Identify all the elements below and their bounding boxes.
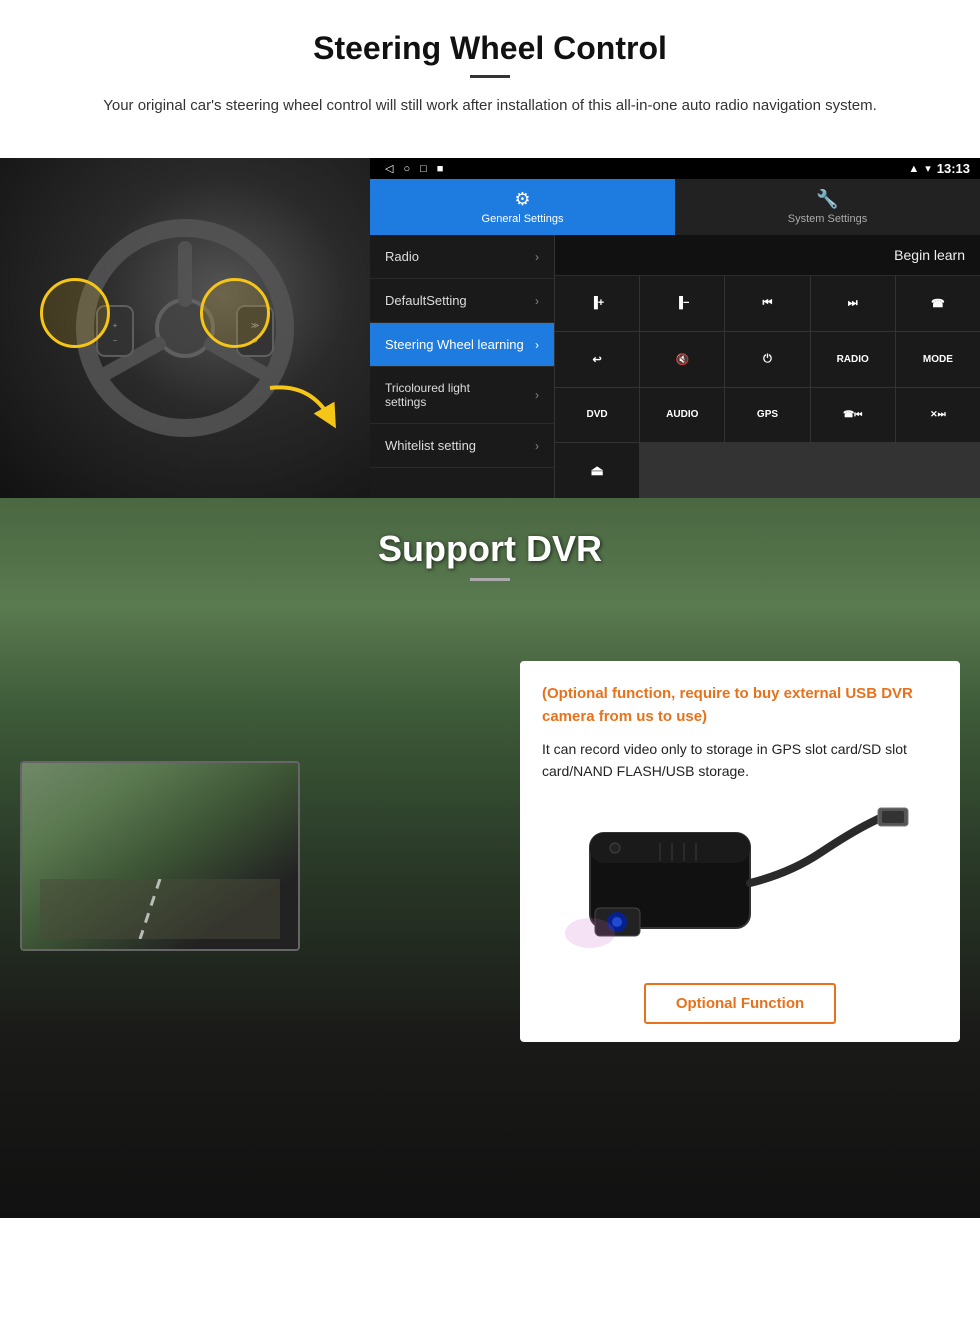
menu-radio-label: Radio bbox=[385, 249, 419, 264]
android-content: Radio › DefaultSetting › Steering Wheel … bbox=[370, 235, 980, 498]
chevron-right-icon: › bbox=[535, 250, 539, 264]
dvr-thumb-inner bbox=[22, 763, 298, 949]
svg-text:+: + bbox=[113, 321, 118, 330]
chevron-right-icon: › bbox=[535, 338, 539, 352]
begin-learn-area: Begin learn bbox=[555, 235, 980, 276]
highlight-right-icon bbox=[200, 278, 270, 348]
dvr-camera-icon bbox=[560, 793, 920, 973]
menu-item-radio[interactable]: Radio › bbox=[370, 235, 554, 279]
android-right-panel: Begin learn ▐+ ▐− ⏮ ⏭ ☎ ↩ 🔇 ⏻ R bbox=[555, 235, 980, 498]
wifi-icon: ▾ bbox=[925, 162, 931, 175]
dvr-left-panel bbox=[20, 661, 500, 1057]
ctrl-next-track[interactable]: ⏭ bbox=[811, 276, 895, 331]
optional-function-area: Optional Function bbox=[542, 983, 938, 1024]
dvr-divider bbox=[470, 578, 510, 581]
status-time: 13:13 bbox=[937, 161, 970, 176]
ctrl-mute[interactable]: 🔇 bbox=[640, 332, 724, 387]
dvr-optional-heading: (Optional function, require to buy exter… bbox=[542, 683, 938, 728]
system-icon: 🔧 bbox=[816, 189, 838, 210]
ctrl-hangup[interactable]: ↩ bbox=[555, 332, 639, 387]
dvr-body-text: It can record video only to storage in G… bbox=[542, 738, 938, 783]
highlight-left-icon bbox=[40, 278, 110, 348]
steering-photo: + − ≫ ↺ bbox=[0, 158, 370, 498]
dvr-header: Support DVR bbox=[0, 498, 980, 621]
chevron-right-icon: › bbox=[535, 294, 539, 308]
arrow-icon bbox=[260, 378, 340, 438]
ctrl-phone[interactable]: ☎ bbox=[896, 276, 980, 331]
signal-icon: ▲ bbox=[908, 163, 919, 175]
home-icon[interactable]: ○ bbox=[403, 163, 410, 175]
back-icon[interactable]: ◁ bbox=[385, 162, 393, 175]
begin-learn-button[interactable]: Begin learn bbox=[894, 247, 965, 263]
ctrl-gps[interactable]: GPS bbox=[725, 388, 809, 443]
svg-text:−: − bbox=[113, 336, 118, 345]
steering-section: Steering Wheel Control Your original car… bbox=[0, 0, 980, 498]
ctrl-power[interactable]: ⏻ bbox=[725, 332, 809, 387]
road-markings-icon bbox=[40, 879, 280, 939]
android-statusbar: ◁ ○ □ ■ ▲ ▾ 13:13 bbox=[370, 158, 980, 179]
dvr-lower: (Optional function, require to buy exter… bbox=[0, 661, 980, 1057]
android-menu: Radio › DefaultSetting › Steering Wheel … bbox=[370, 235, 555, 498]
menu-item-default-setting[interactable]: DefaultSetting › bbox=[370, 279, 554, 323]
dvr-thumbnail bbox=[20, 761, 300, 951]
page-title: Steering Wheel Control bbox=[40, 30, 940, 67]
ctrl-dvd[interactable]: DVD bbox=[555, 388, 639, 443]
steering-description: Your original car's steering wheel contr… bbox=[80, 94, 900, 118]
chevron-right-icon: › bbox=[535, 439, 539, 453]
ctrl-vol-up[interactable]: ▐+ bbox=[555, 276, 639, 331]
tab-system-settings[interactable]: 🔧 System Settings bbox=[675, 179, 980, 235]
ctrl-extra[interactable]: ⏏ bbox=[555, 443, 639, 498]
android-panel: ◁ ○ □ ■ ▲ ▾ 13:13 ⚙ General Settings 🔧 S… bbox=[370, 158, 980, 498]
recent-icon[interactable]: □ bbox=[420, 163, 427, 175]
ctrl-phone-prev[interactable]: ☎⏮ bbox=[811, 388, 895, 443]
dvr-section: Support DVR (Optional function, require … bbox=[0, 498, 980, 1218]
menu-icon[interactable]: ■ bbox=[437, 163, 444, 175]
menu-item-tricoloured[interactable]: Tricoloured lightsettings › bbox=[370, 367, 554, 424]
title-divider bbox=[470, 75, 510, 78]
settings-icon: ⚙ bbox=[514, 189, 530, 210]
control-grid: ▐+ ▐− ⏮ ⏭ ☎ ↩ 🔇 ⏻ RADIO MODE DVD AUDIO bbox=[555, 276, 980, 498]
menu-default-label: DefaultSetting bbox=[385, 293, 467, 308]
ctrl-mode[interactable]: MODE bbox=[896, 332, 980, 387]
ctrl-radio[interactable]: RADIO bbox=[811, 332, 895, 387]
ctrl-skip-next[interactable]: ✕⏭ bbox=[896, 388, 980, 443]
android-tabs: ⚙ General Settings 🔧 System Settings bbox=[370, 179, 980, 235]
ctrl-vol-down[interactable]: ▐− bbox=[640, 276, 724, 331]
dvr-title: Support DVR bbox=[40, 528, 940, 570]
steering-demo: + − ≫ ↺ bbox=[0, 158, 980, 498]
tab-general-label: General Settings bbox=[482, 213, 564, 225]
menu-item-whitelist[interactable]: Whitelist setting › bbox=[370, 424, 554, 468]
menu-item-steering-wheel[interactable]: Steering Wheel learning › bbox=[370, 323, 554, 367]
tab-system-label: System Settings bbox=[788, 213, 867, 225]
menu-steering-label: Steering Wheel learning bbox=[385, 337, 524, 352]
dvr-right-panel: (Optional function, require to buy exter… bbox=[520, 661, 960, 1057]
ctrl-prev-track[interactable]: ⏮ bbox=[725, 276, 809, 331]
ctrl-audio[interactable]: AUDIO bbox=[640, 388, 724, 443]
dvr-camera-image bbox=[542, 783, 938, 983]
optional-function-button[interactable]: Optional Function bbox=[644, 983, 836, 1024]
chevron-right-icon: › bbox=[535, 388, 539, 402]
tab-general-settings[interactable]: ⚙ General Settings bbox=[370, 179, 675, 235]
menu-tricoloured-label: Tricoloured lightsettings bbox=[385, 381, 470, 409]
menu-whitelist-label: Whitelist setting bbox=[385, 438, 476, 453]
dvr-info-card: (Optional function, require to buy exter… bbox=[520, 661, 960, 1042]
